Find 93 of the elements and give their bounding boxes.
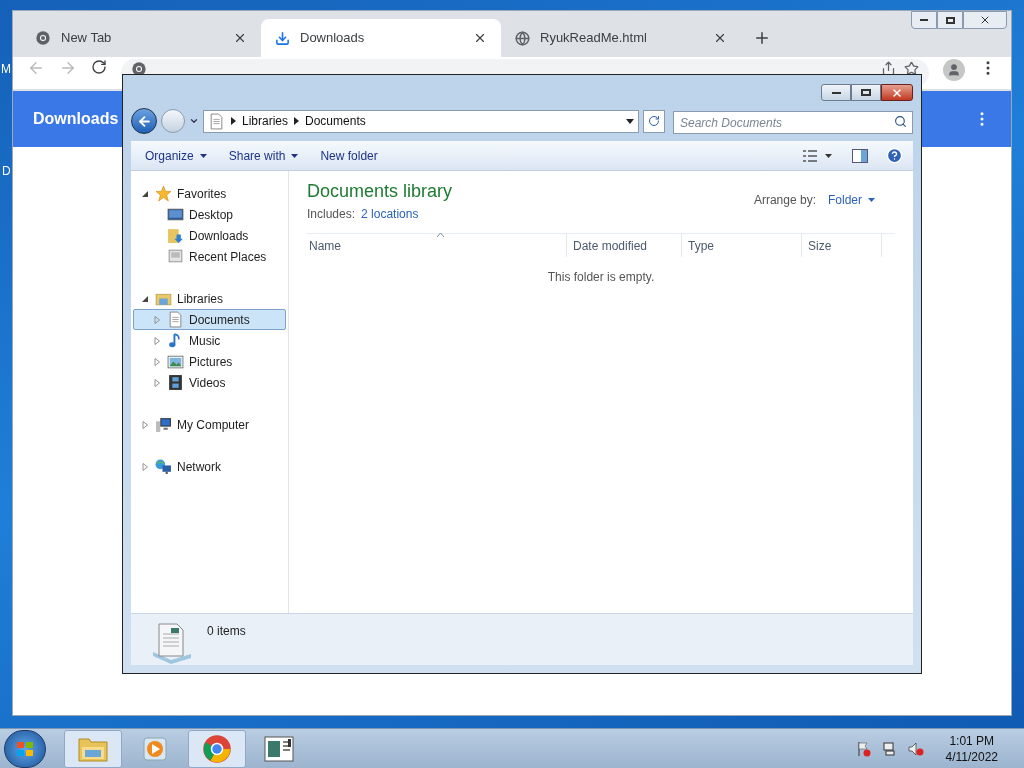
- globe-icon: [515, 30, 530, 46]
- library-title: Documents library: [307, 180, 453, 203]
- close-button[interactable]: [881, 84, 913, 101]
- nav-tree-item[interactable]: My Computer: [133, 414, 286, 435]
- expand-arrow-icon[interactable]: [153, 357, 161, 366]
- search-icon[interactable]: [894, 114, 907, 128]
- item-count: 0 items: [207, 623, 246, 640]
- list-view-icon: [803, 149, 817, 162]
- dropdown-arrow-icon[interactable]: [626, 118, 634, 124]
- refresh-button[interactable]: [643, 109, 665, 133]
- window-icon: [264, 735, 294, 762]
- action-center-flag-icon[interactable]: [855, 740, 872, 757]
- share-icon[interactable]: [881, 61, 896, 76]
- pictures-icon: [167, 353, 184, 370]
- expand-arrow-icon[interactable]: [141, 420, 149, 429]
- caret-icon: [291, 153, 299, 158]
- column-header[interactable]: Type: [682, 234, 802, 257]
- profile-avatar[interactable]: [943, 59, 965, 81]
- preview-pane-icon[interactable]: [852, 148, 868, 163]
- back-button[interactable]: [131, 108, 157, 134]
- nav-tree-item[interactable]: Favorites: [133, 183, 286, 204]
- browser-tab[interactable]: Downloads: [261, 19, 501, 57]
- breadcrumb-item[interactable]: Libraries: [242, 112, 289, 130]
- document-icon: [208, 112, 225, 130]
- new-tab-icon[interactable]: [753, 29, 771, 47]
- breadcrumb-arrow-icon[interactable]: [294, 117, 300, 125]
- restore-button[interactable]: [937, 11, 963, 29]
- nav-tree-item[interactable]: Downloads: [133, 225, 286, 246]
- browser-tab[interactable]: RyukReadMe.html: [501, 19, 741, 57]
- includes-label: Includes:: [307, 206, 356, 223]
- column-header[interactable]: Date modified: [567, 234, 682, 257]
- network-status-icon[interactable]: [881, 740, 898, 757]
- close-tab-icon[interactable]: [713, 31, 727, 45]
- caret-icon: [868, 198, 875, 202]
- refresh-icon: [648, 115, 660, 127]
- desktop-icon: [167, 206, 184, 223]
- nav-tree-item[interactable]: Recent Places: [133, 246, 286, 267]
- nav-tree-item[interactable]: Desktop: [133, 204, 286, 225]
- browser-tab[interactable]: New Tab: [21, 19, 261, 57]
- close-tab-icon[interactable]: [473, 31, 487, 45]
- nav-tree-item[interactable]: Libraries: [133, 288, 286, 309]
- breadcrumb-item[interactable]: Documents: [305, 112, 366, 130]
- clock-date[interactable]: 4/11/2022: [945, 748, 998, 765]
- minimize-button[interactable]: [911, 11, 937, 29]
- nav-tree-item[interactable]: Pictures: [133, 351, 286, 372]
- chrome-logo-icon: [202, 733, 232, 764]
- collapse-arrow-icon[interactable]: [141, 189, 149, 198]
- close-tab-icon[interactable]: [233, 31, 247, 45]
- locations-link[interactable]: 2 locations: [361, 205, 419, 223]
- recent-places-icon: [167, 248, 184, 265]
- reload-icon[interactable]: [91, 59, 107, 75]
- arrange-by-dropdown[interactable]: Folder: [828, 191, 875, 209]
- close-icon: [979, 14, 991, 26]
- clock-time[interactable]: 1:01 PM: [949, 732, 995, 749]
- address-bar[interactable]: Libraries Documents: [203, 109, 639, 133]
- nav-tree-item[interactable]: Network: [133, 456, 286, 477]
- media-player-icon: [142, 735, 168, 762]
- help-icon[interactable]: [886, 147, 903, 164]
- maximize-button[interactable]: [851, 84, 881, 101]
- column-header[interactable]: Size: [802, 234, 882, 257]
- download-icon: [275, 30, 290, 46]
- document-icon: [167, 311, 184, 328]
- column-header[interactable]: Name: [307, 234, 567, 257]
- recent-pages-icon[interactable]: [189, 116, 199, 126]
- network-icon: [155, 458, 172, 475]
- expand-arrow-icon[interactable]: [153, 378, 161, 387]
- computer-icon: [155, 416, 172, 433]
- desktop-icon-label: M: [1, 61, 11, 78]
- caret-icon: [199, 153, 207, 158]
- expand-arrow-icon[interactable]: [153, 336, 161, 345]
- taskbar-app-button[interactable]: [188, 729, 246, 768]
- nav-tree-item[interactable]: Documents: [133, 309, 286, 330]
- breadcrumb-arrow-icon[interactable]: [231, 117, 236, 125]
- nav-tree-item[interactable]: Music: [133, 330, 286, 351]
- expand-arrow-icon[interactable]: [141, 462, 149, 471]
- minimize-button[interactable]: [821, 84, 851, 101]
- arrange-by-label: Arrange by:: [753, 192, 816, 209]
- bookmark-star-icon[interactable]: [904, 61, 919, 76]
- close-icon: [891, 86, 903, 99]
- nav-tree-item[interactable]: Videos: [133, 372, 286, 393]
- speaker-muted-icon[interactable]: [907, 740, 924, 757]
- film-icon: [167, 374, 184, 391]
- start-button[interactable]: [4, 729, 46, 768]
- chrome-logo-icon: [131, 61, 147, 77]
- windows-logo-icon: [16, 739, 34, 758]
- empty-folder-message: This folder is empty.: [547, 269, 655, 286]
- search-field[interactable]: Search Documents: [673, 111, 913, 134]
- caret-icon: [825, 153, 832, 158]
- folder-icon: [167, 227, 184, 244]
- desktop-icon-label: D: [2, 163, 11, 180]
- collapse-arrow-icon[interactable]: [141, 294, 149, 303]
- chrome-logo-icon: [35, 30, 51, 46]
- star-icon: [155, 185, 172, 202]
